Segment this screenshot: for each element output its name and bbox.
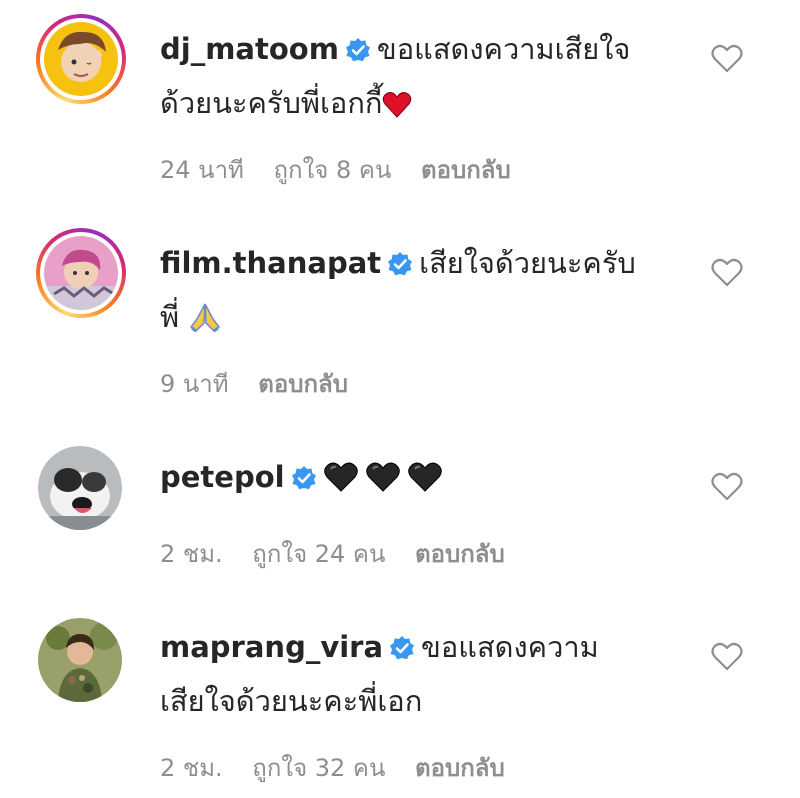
reply-button[interactable]: ตอบกลับ [421,156,511,184]
comment-username[interactable]: dj_matoom [160,32,339,66]
avatar-image [38,446,122,530]
verified-badge-icon [291,456,317,506]
verified-badge-icon [345,28,371,78]
avatar[interactable] [38,446,122,530]
comment-timestamp: 2 ชม. [160,540,223,568]
comment-meta: 2 ชม. ถูกใจ 24 คน ตอบกลับ [160,534,527,573]
black-heart-icon [407,458,443,508]
comment-username[interactable]: film.thanapat [160,246,381,280]
comment-username[interactable]: maprang_vira [160,630,383,664]
black-heart-icon [323,458,359,508]
comment-meta: 24 นาที ถูกใจ 8 คน ตอบกลับ [160,150,533,189]
black-heart-icon [365,458,401,508]
comment-timestamp: 2 ชม. [160,754,223,782]
comment-likes[interactable]: ถูกใจ 24 คน [252,540,385,568]
comment-likes[interactable]: ถูกใจ 8 คน [274,156,392,184]
avatar[interactable] [36,228,126,318]
comment-text: ขอแสดงความ [421,630,599,664]
comment-text: ขอแสดงความเสียใจ [376,32,631,66]
comment-text: เสียใจด้วยนะครับ [419,246,636,280]
avatar[interactable] [38,618,122,702]
comment-likes[interactable]: ถูกใจ 32 คน [252,754,385,782]
verified-badge-icon [387,242,413,292]
red-heart-icon [382,84,412,134]
like-heart-icon[interactable] [711,642,743,672]
folded-hands-icon [188,298,222,348]
comment-timestamp: 24 นาที [160,156,244,184]
comment-text-continued: เสียใจด้วยนะคะพี่เอก [160,684,423,718]
reply-button[interactable]: ตอบกลับ [258,370,348,398]
comments-list: dj_matoom ขอแสดงความเสียใจ ด้วยนะครับพี่เ… [0,0,800,798]
comment-timestamp: 9 นาที [160,370,229,398]
avatar-image [44,22,118,96]
comment-meta: 9 นาที ตอบกลับ [160,364,370,403]
like-heart-icon[interactable] [711,44,743,74]
comment-meta: 2 ชม. ถูกใจ 32 คน ตอบกลับ [160,748,527,787]
like-heart-icon[interactable] [711,258,743,288]
comment-text-continued: พี่ [160,300,180,334]
reply-button[interactable]: ตอบกลับ [415,754,505,782]
avatar-image [44,236,118,310]
avatar[interactable] [36,14,126,104]
verified-badge-icon [389,626,415,676]
comment-text-continued: ด้วยนะครับพี่เอกกี้ [160,86,383,120]
avatar-image [38,618,122,702]
like-heart-icon[interactable] [711,472,743,502]
comment-username[interactable]: petepol [160,460,285,494]
reply-button[interactable]: ตอบกลับ [415,540,505,568]
